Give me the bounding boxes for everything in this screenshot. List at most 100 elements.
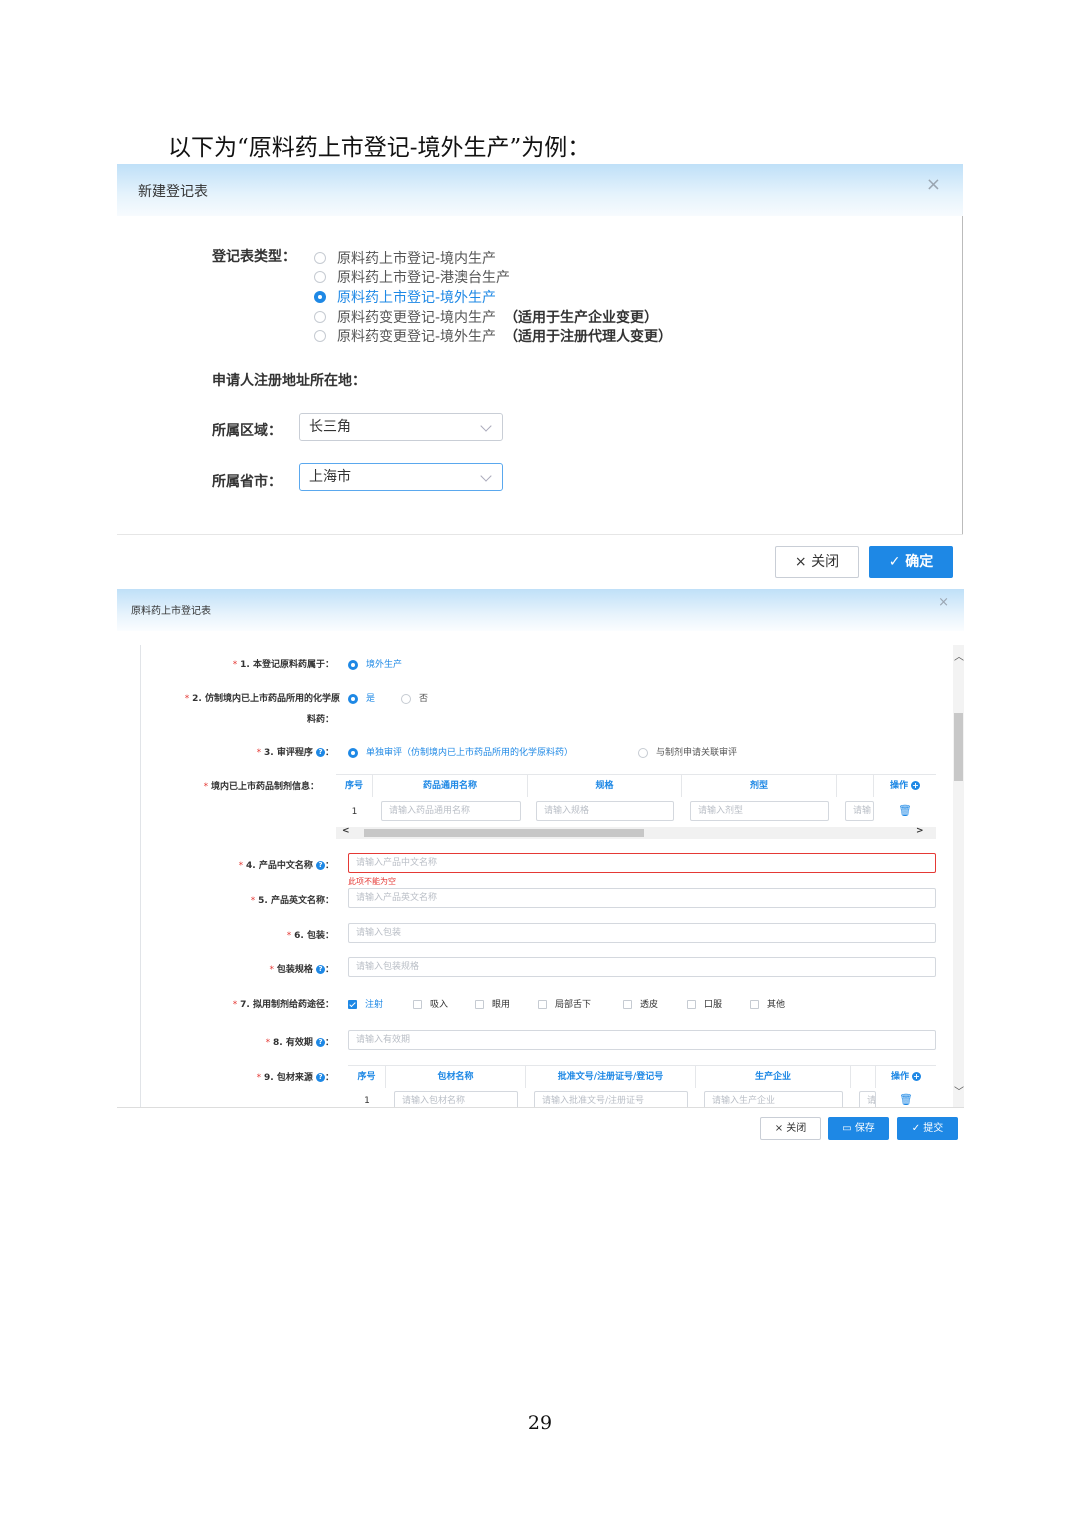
type-option-5[interactable]: 原料药变更登记-境外生产 （适用于注册代理人变更） [314, 326, 672, 346]
chevron-down-icon [480, 470, 492, 482]
route-transdermal[interactable]: 透皮 [623, 997, 658, 1010]
type-option-2[interactable]: 原料药上市登记-港澳台生产 [314, 267, 510, 287]
checkbox-icon[interactable] [475, 1000, 484, 1009]
help-icon[interactable]: ? [315, 965, 325, 974]
field-3-label: * 3. 审评程序 ?： [256, 748, 334, 758]
confirm-button[interactable]: ✓ 确定 [869, 546, 953, 578]
option-note: （适用于生产企业变更） [504, 310, 659, 326]
help-icon[interactable]: ? [315, 1073, 325, 1082]
field-9-label: * 9. 包材来源 ?： [256, 1073, 334, 1083]
delete-icon[interactable]: 🗑 [876, 1093, 936, 1106]
radio-selected-icon[interactable] [348, 747, 358, 758]
prep-name-input[interactable]: 请输入药品通用名称 [381, 801, 521, 821]
field-6-label: * 6. 包装： [286, 931, 334, 941]
route-injection[interactable]: 注射 [348, 997, 383, 1010]
scroll-thumb[interactable] [954, 713, 963, 781]
province-select[interactable]: 上海市 [299, 463, 503, 491]
col-header: 序号 [336, 775, 373, 797]
radio-selected-icon[interactable] [348, 693, 358, 704]
field-1-label: * 1. 本登记原料药属于： [232, 660, 334, 670]
package-source-table: 序号 包材名称 批准文号/注册证号/登记号 生产企业 操作 + 1 请输入包材名称… [348, 1065, 936, 1108]
radio-icon[interactable] [314, 252, 326, 264]
prep-spec-input[interactable]: 请输入规格 [536, 801, 674, 821]
col-header-action: 操作 + [890, 1072, 921, 1082]
scroll-up-icon[interactable]: ︿ [954, 648, 964, 663]
col-header: 序号 [348, 1066, 386, 1088]
type-option-4[interactable]: 原料药变更登记-境内生产 （适用于生产企业变更） [314, 307, 658, 327]
product-en-name-input[interactable]: 请输入产品英文名称 [348, 888, 936, 908]
delete-icon[interactable]: 🗑 [874, 804, 936, 817]
help-icon[interactable]: ? [315, 748, 325, 757]
route-other[interactable]: 其他 [750, 997, 785, 1010]
help-icon[interactable]: ? [315, 861, 325, 870]
submit-button[interactable]: ✓ 提交 [897, 1117, 958, 1140]
pkg-manufacturer-input[interactable]: 请输入生产企业 [704, 1091, 843, 1108]
horizontal-scrollbar[interactable]: < > [336, 826, 936, 839]
checkbox-icon[interactable] [413, 1000, 422, 1009]
close-icon[interactable]: × [938, 595, 949, 610]
prep-info-table: 序号 药品通用名称 规格 剂型 操作 + 1 请输入药品通用名称 请输入规格 请输… [336, 774, 936, 841]
field-2-yes[interactable]: 是 [348, 691, 375, 704]
address-label: 申请人注册地址所在地： [212, 373, 366, 389]
checkbox-icon[interactable] [623, 1000, 632, 1009]
col-header: 药品通用名称 [373, 775, 528, 797]
route-oral[interactable]: 口服 [687, 997, 722, 1010]
region-select[interactable]: 长三角 [299, 413, 503, 441]
type-label: 登记表类型： [212, 249, 296, 265]
radio-icon[interactable] [314, 311, 326, 323]
package-input[interactable]: 请输入包装 [348, 923, 936, 943]
field-3-opt-1[interactable]: 单独审评（仿制境内已上市药品所用的化学原料药） [348, 745, 573, 758]
route-sublingual[interactable]: 局部舌下 [538, 997, 591, 1010]
pkg-extra-input[interactable]: 请 [859, 1091, 876, 1108]
type-option-1[interactable]: 原料药上市登记-境内生产 [314, 248, 496, 268]
save-button[interactable]: ▭ 保存 [828, 1117, 889, 1140]
help-icon[interactable]: ? [315, 1038, 325, 1047]
checkbox-icon[interactable] [750, 1000, 759, 1009]
dialog-title: 新建登记表 [138, 184, 208, 200]
scroll-thumb[interactable] [364, 829, 644, 837]
prep-form-input[interactable]: 请输入剂型 [690, 801, 829, 821]
option-label: 原料药变更登记-境内生产 [337, 310, 497, 326]
add-icon[interactable]: + [911, 781, 920, 790]
close-button[interactable]: × 关闭 [760, 1117, 821, 1140]
radio-selected-icon[interactable] [314, 291, 326, 303]
col-header-partial [851, 1066, 876, 1088]
field-1-radio[interactable]: 境外生产 [348, 657, 402, 670]
form-body: * 1. 本登记原料药属于： 境外生产 * 2. 仿制境内已上市药品所用的化学原… [140, 645, 941, 1108]
checkbox-icon[interactable] [538, 1000, 547, 1009]
radio-icon[interactable] [638, 747, 648, 758]
registration-form-dialog: 原料药上市登记表 × * 1. 本登记原料药属于： 境外生产 * 2. 仿制境内… [117, 589, 964, 1151]
option-label: 原料药上市登记-境内生产 [337, 251, 497, 267]
prep-extra-input[interactable]: 请输 [845, 801, 874, 821]
pkg-name-input[interactable]: 请输入包材名称 [394, 1091, 518, 1108]
col-header: 包材名称 [386, 1066, 526, 1088]
vertical-scrollbar[interactable]: ︿ ﹀ [953, 645, 964, 1108]
radio-icon[interactable] [401, 693, 411, 704]
folder-icon: ▭ [842, 1123, 855, 1134]
checkbox-checked-icon[interactable] [348, 1000, 357, 1009]
pack-spec-input[interactable]: 请输入包装规格 [348, 957, 936, 977]
scroll-right-icon[interactable]: > [916, 826, 924, 836]
region-value: 长三角 [309, 419, 351, 435]
pkg-approval-input[interactable]: 请输入批准文号/注册证号 [534, 1091, 688, 1108]
option-label: 原料药上市登记-港澳台生产 [337, 270, 511, 286]
close-button[interactable]: × 关闭 [775, 546, 859, 578]
radio-selected-icon[interactable] [348, 659, 358, 670]
radio-icon[interactable] [314, 330, 326, 342]
field-2-no[interactable]: 否 [401, 691, 428, 704]
error-message: 此项不能为空 [348, 877, 396, 886]
type-option-3[interactable]: 原料药上市登记-境外生产 [314, 287, 496, 307]
checkbox-icon[interactable] [687, 1000, 696, 1009]
scroll-down-icon[interactable]: ﹀ [954, 1083, 964, 1098]
product-cn-name-input[interactable]: 请输入产品中文名称 [348, 853, 936, 873]
scroll-left-icon[interactable]: < [342, 826, 350, 836]
validity-input[interactable]: 请输入有效期 [348, 1030, 936, 1050]
route-inhalation[interactable]: 吸入 [413, 997, 448, 1010]
col-header: 生产企业 [696, 1066, 851, 1088]
route-ophthalmic[interactable]: 眼用 [475, 997, 510, 1010]
add-icon[interactable]: + [912, 1072, 921, 1081]
close-icon[interactable]: × [926, 174, 941, 195]
radio-icon[interactable] [314, 271, 326, 283]
field-3-opt-2[interactable]: 与制剂申请关联审评 [638, 745, 737, 758]
col-header-partial [837, 775, 874, 797]
